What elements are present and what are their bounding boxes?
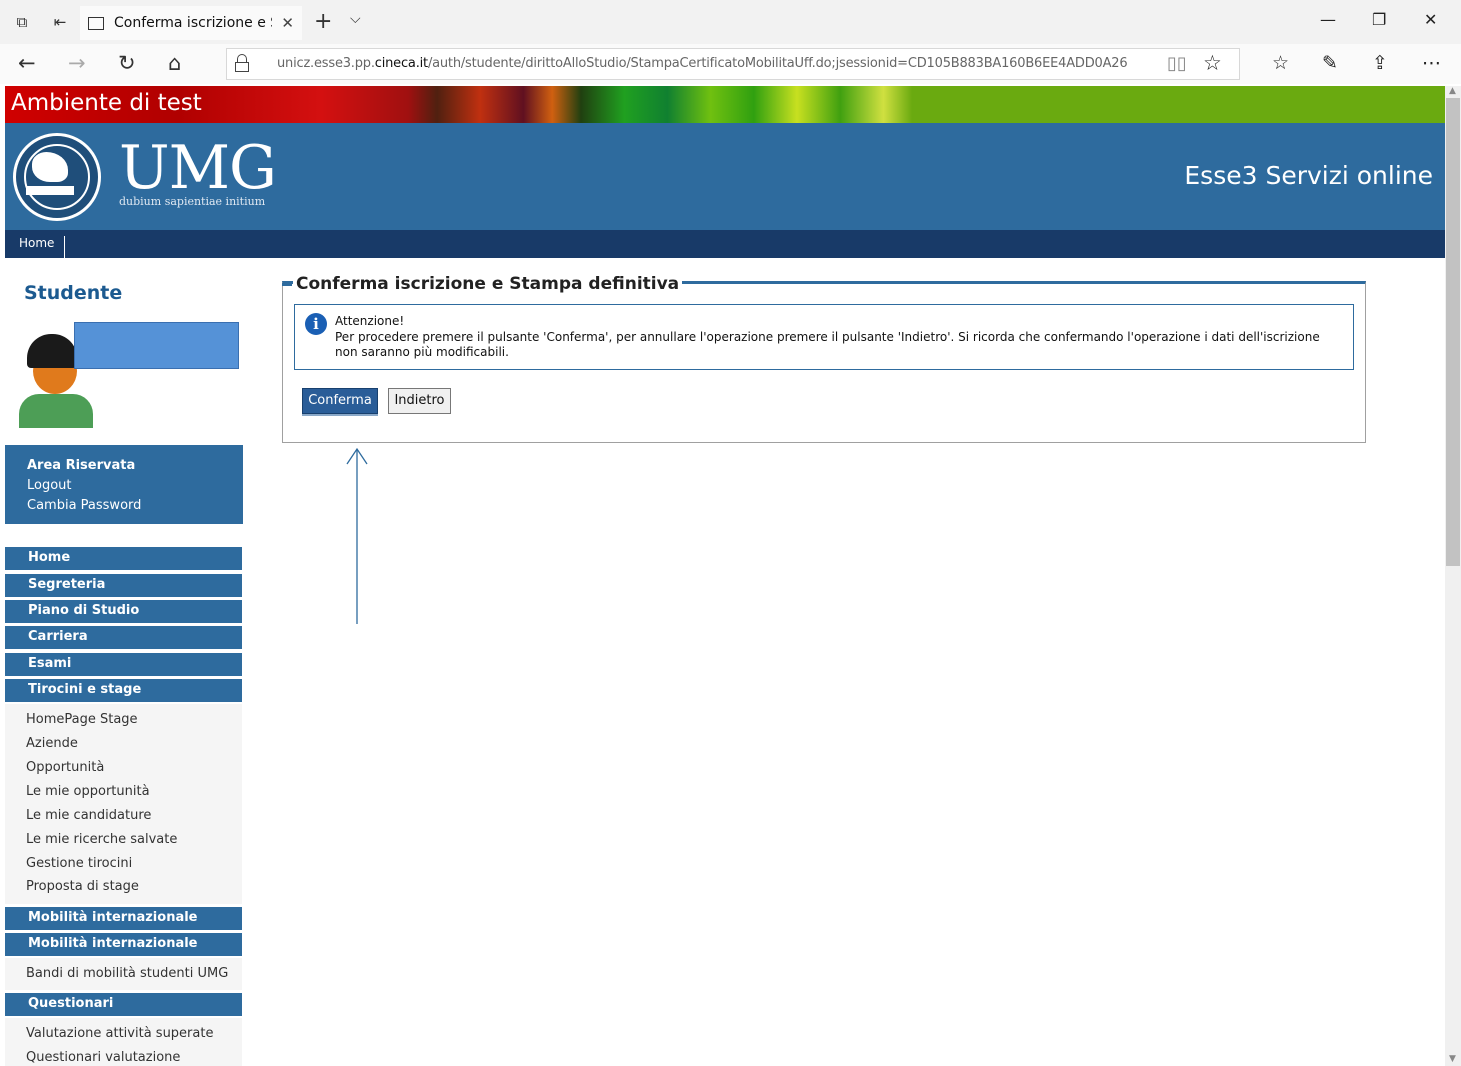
logout-link[interactable]: Logout xyxy=(27,476,243,496)
sidebar-item-mobilita-2[interactable]: Mobilità internazionale xyxy=(5,932,242,956)
redacted-user-name xyxy=(74,322,239,369)
favorite-star-icon[interactable]: ☆ xyxy=(1203,51,1222,75)
address-bar-row: ← → ↻ ⌂ unicz.esse3.pp.cineca.it/auth/st… xyxy=(0,44,1461,84)
change-password-link[interactable]: Cambia Password xyxy=(27,496,243,516)
close-window-icon[interactable]: ✕ xyxy=(1424,10,1437,29)
scroll-thumb[interactable] xyxy=(1446,98,1460,566)
page-icon xyxy=(88,16,104,30)
url-field[interactable]: unicz.esse3.pp.cineca.it/auth/studente/d… xyxy=(226,48,1240,80)
reading-view-icon[interactable]: ▯▯ xyxy=(1167,53,1187,74)
service-title: Esse3 Servizi online xyxy=(1184,161,1433,190)
share-icon[interactable]: ⇪ xyxy=(1372,52,1388,74)
submenu-gestione-tirocini[interactable]: Gestione tirocini xyxy=(26,856,132,871)
confirm-button[interactable]: Conferma xyxy=(302,388,378,414)
logo-text[interactable]: UMG xyxy=(119,133,277,203)
pen-icon[interactable]: ✎ xyxy=(1322,52,1338,74)
scroll-up-icon[interactable]: ▲ xyxy=(1449,86,1456,96)
back-button[interactable]: Indietro xyxy=(388,388,451,414)
info-icon: i xyxy=(305,313,327,335)
topnav-home-link[interactable]: Home xyxy=(19,236,66,258)
submenu-homepage-stage[interactable]: HomePage Stage xyxy=(26,712,138,727)
browser-tab[interactable]: Conferma iscrizione e S ✕ xyxy=(80,6,302,40)
forward-icon[interactable]: → xyxy=(68,52,86,74)
scroll-down-icon[interactable]: ▼ xyxy=(1449,1054,1456,1064)
tirocini-submenu xyxy=(5,704,242,904)
sidebar-item-questionari[interactable]: Questionari xyxy=(5,992,242,1016)
browser-tab-bar: ⧉ ⇤ Conferma iscrizione e S ✕ + ⌵ — ❐ ✕ xyxy=(0,0,1461,44)
pointer-arrow-icon xyxy=(346,447,368,624)
reserved-area-heading: Area Riservata xyxy=(27,458,136,473)
university-seal-logo[interactable] xyxy=(13,133,101,221)
submenu-aziende[interactable]: Aziende xyxy=(26,736,78,751)
sidebar-item-segreteria[interactable]: Segreteria xyxy=(5,573,242,597)
minimize-icon[interactable]: — xyxy=(1320,10,1336,29)
warning-alert: i Attenzione! Per procedere premere il p… xyxy=(294,304,1354,370)
site-header: UMG dubium sapientiae initium Esse3 Serv… xyxy=(5,123,1445,230)
close-tab-icon[interactable]: ✕ xyxy=(281,14,294,32)
submenu-proposta-stage[interactable]: Proposta di stage xyxy=(26,879,139,894)
lock-icon xyxy=(235,54,249,72)
section-title: Conferma iscrizione e Stampa definitiva xyxy=(293,274,683,294)
reserved-area-box: Area Riservata Logout Cambia Password xyxy=(5,445,243,524)
submenu-bandi-mobilita[interactable]: Bandi di mobilità studenti UMG xyxy=(26,966,228,981)
submenu-opportunita[interactable]: Opportunità xyxy=(26,760,104,775)
alert-title: Attenzione! xyxy=(335,314,405,328)
back-icon[interactable]: ← xyxy=(18,52,36,74)
favorites-list-icon[interactable]: ☆ xyxy=(1272,52,1289,74)
sidebar-item-mobilita-1[interactable]: Mobilità internazionale xyxy=(5,906,242,930)
url-text: unicz.esse3.pp.cineca.it/auth/studente/d… xyxy=(277,56,1128,71)
vertical-scrollbar[interactable]: ▲ ▼ xyxy=(1445,86,1461,1066)
more-icon[interactable]: ⋯ xyxy=(1422,52,1441,74)
submenu-mie-candidature[interactable]: Le mie candidature xyxy=(26,808,151,823)
new-tab-icon[interactable]: + xyxy=(314,9,332,34)
set-aside-tabs-icon[interactable]: ⇤ xyxy=(50,12,70,32)
sidebar-item-piano-di-studio[interactable]: Piano di Studio xyxy=(5,599,242,623)
sidebar-item-home[interactable]: Home xyxy=(5,546,242,570)
sidebar-item-carriera[interactable]: Carriera xyxy=(5,625,242,649)
test-banner-label: Ambiente di test xyxy=(11,90,202,116)
legend-dash xyxy=(282,283,292,286)
home-icon[interactable]: ⌂ xyxy=(168,52,181,74)
submenu-ricerche-salvate[interactable]: Le mie ricerche salvate xyxy=(26,832,177,847)
logo-motto: dubium sapientiae initium xyxy=(119,195,266,208)
restore-icon[interactable]: ❐ xyxy=(1372,10,1386,29)
test-environment-banner: Ambiente di test xyxy=(5,86,1445,123)
alert-message: Per procedere premere il pulsante 'Confe… xyxy=(335,330,1320,359)
tab-title: Conferma iscrizione e S xyxy=(114,15,272,31)
submenu-mie-opportunita[interactable]: Le mie opportunità xyxy=(26,784,150,799)
refresh-icon[interactable]: ↻ xyxy=(118,52,136,74)
page-viewport: Ambiente di test UMG dubium sapientiae i… xyxy=(5,86,1445,1066)
submenu-questionari-valutazione[interactable]: Questionari valutazione xyxy=(26,1050,180,1065)
sidebar-item-esami[interactable]: Esami xyxy=(5,652,242,676)
chevron-down-icon[interactable]: ⌵ xyxy=(350,11,361,27)
submenu-valutazione-attivita[interactable]: Valutazione attività superate xyxy=(26,1026,213,1041)
sidebar-item-tirocini[interactable]: Tirocini e stage xyxy=(5,678,242,702)
top-navigation: Home xyxy=(5,230,1445,258)
sidebar-title: Studente xyxy=(24,282,123,304)
tab-actions-icon[interactable]: ⧉ xyxy=(12,12,32,32)
